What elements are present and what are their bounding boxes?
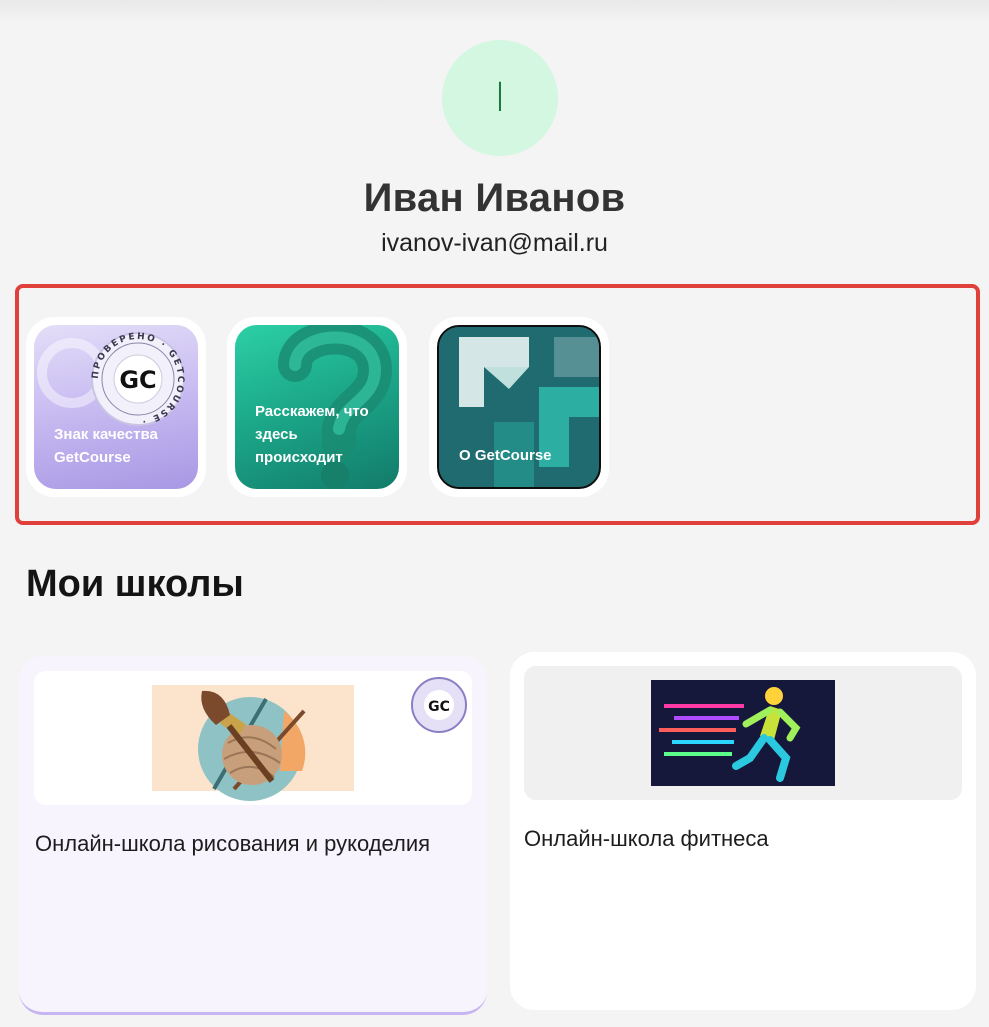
craft-tools-image: GC [152, 677, 467, 801]
section-title-my-schools: Мои школы [26, 563, 244, 605]
school-card[interactable]: GC Онлайн-школа рисования и рукоделия [19, 656, 487, 1015]
avatar[interactable]: I [442, 40, 558, 156]
top-shadow [0, 0, 989, 24]
badge-logo-text: GC [119, 366, 156, 394]
school-image-container: GC [34, 671, 472, 805]
school-image-container [524, 666, 962, 800]
story-label: Расскажем, что здесь происходит [255, 403, 369, 466]
story-label: Знак качества GetCourse [54, 426, 158, 466]
verified-badge-logo-text: GC [428, 699, 450, 715]
school-card[interactable]: Онлайн-школа фитнеса [510, 652, 976, 1010]
avatar-initial: I [494, 75, 506, 121]
story-about-site[interactable]: Расскажем, что здесь происходит [227, 317, 407, 497]
school-title: Онлайн-школа фитнеса [524, 826, 769, 851]
story-about-getcourse[interactable]: О GetCourse [429, 317, 609, 497]
story-label: О GetCourse [459, 447, 552, 464]
user-name: Иван Иванов [363, 176, 626, 220]
school-title: Онлайн-школа рисования и рукоделия [35, 831, 431, 856]
story-quality-badge[interactable]: ПРОВЕРЕНО · GETCOURSE · GC Знак качества… [26, 317, 206, 497]
user-email: ivanov-ivan@mail.ru [381, 229, 608, 257]
running-man-image [651, 680, 835, 786]
